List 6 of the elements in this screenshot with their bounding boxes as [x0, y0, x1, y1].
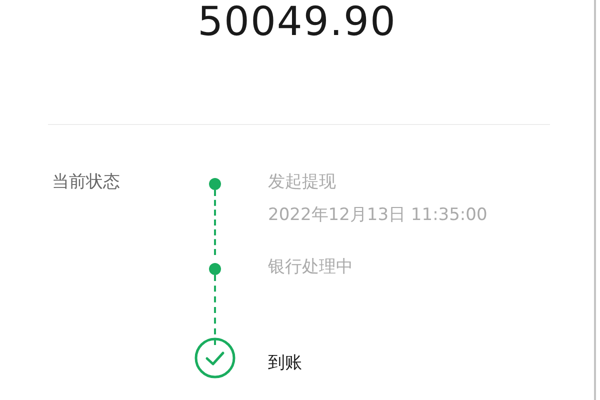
step-title: 银行处理中	[268, 256, 353, 279]
status-label: 当前状态	[51, 171, 121, 194]
step-title: 发起提现	[268, 171, 337, 194]
step-title: 到账	[268, 352, 302, 375]
amount: 50049.90	[196, 0, 398, 44]
step-time: 2022年12月13日 11:35:00	[268, 204, 488, 227]
